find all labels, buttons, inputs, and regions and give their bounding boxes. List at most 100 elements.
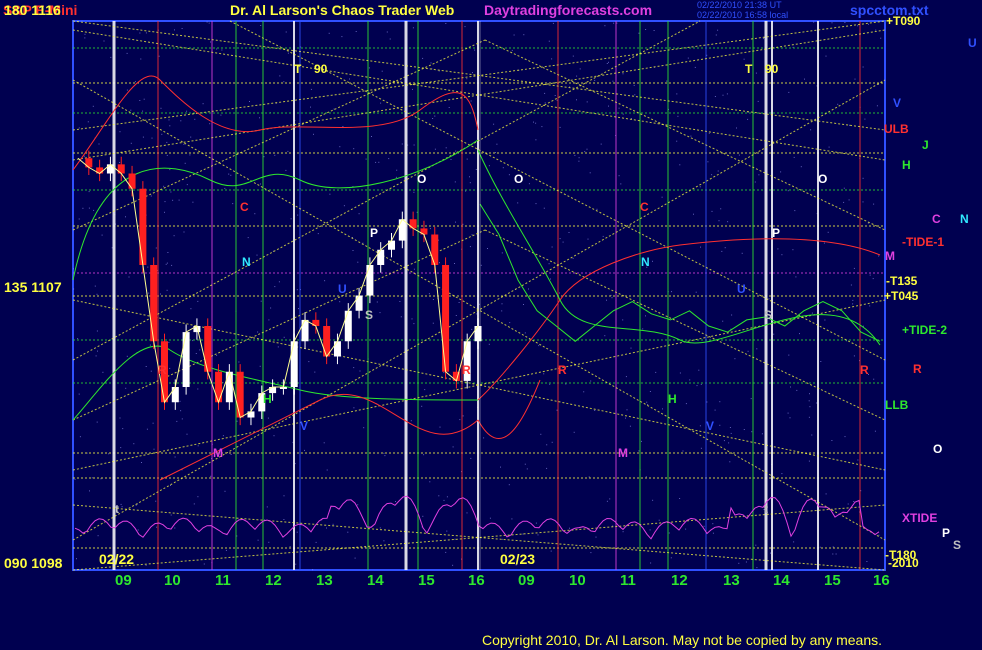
background-dot	[658, 519, 660, 521]
background-dot	[556, 409, 558, 411]
price-candle	[106, 164, 114, 174]
background-dot	[349, 78, 350, 80]
background-dot	[98, 143, 100, 145]
background-dot	[153, 448, 155, 450]
background-dot	[179, 400, 181, 402]
background-dot	[700, 246, 701, 248]
background-dot	[474, 49, 476, 51]
background-dot	[757, 100, 759, 102]
background-dot	[365, 158, 367, 160]
background-dot	[633, 84, 635, 86]
background-dot	[283, 81, 285, 83]
background-dot	[195, 353, 197, 354]
right-label: -2010	[888, 556, 919, 570]
background-dot	[589, 172, 591, 174]
background-dot	[466, 78, 468, 80]
background-dot	[151, 137, 153, 139]
background-dot	[800, 166, 802, 168]
background-dot	[142, 136, 144, 138]
background-dot	[671, 291, 672, 293]
background-dot	[432, 299, 434, 300]
background-dot	[283, 519, 285, 520]
background-dot	[339, 146, 341, 148]
background-dot	[501, 538, 503, 540]
hour-label: 16	[873, 572, 890, 589]
background-dot	[562, 241, 564, 243]
background-dot	[708, 132, 710, 134]
background-dot	[685, 528, 687, 530]
background-dot	[875, 29, 877, 31]
background-dot	[528, 183, 530, 185]
background-dot	[809, 406, 811, 408]
price-candle	[442, 265, 450, 372]
background-dot	[296, 289, 298, 291]
background-dot	[747, 350, 749, 352]
background-dot	[796, 389, 798, 391]
background-dot	[843, 201, 845, 203]
copyright-notice: Copyright 2010, Dr. Al Larson. May not b…	[482, 632, 883, 648]
background-dot	[208, 22, 210, 24]
background-dot	[287, 52, 289, 54]
background-dot	[579, 68, 581, 70]
background-dot	[357, 504, 359, 506]
background-dot	[699, 186, 701, 188]
price-candle	[150, 265, 158, 342]
background-dot	[551, 441, 553, 443]
background-dot	[355, 31, 357, 32]
background-dot	[455, 150, 457, 152]
hour-label: 09	[115, 572, 132, 589]
background-dot	[604, 335, 606, 337]
background-dot	[155, 500, 157, 502]
background-dot	[165, 263, 167, 265]
background-dot	[780, 171, 782, 173]
hour-label: 15	[418, 572, 435, 589]
background-dot	[551, 58, 553, 60]
background-dot	[638, 32, 640, 34]
background-dot	[145, 366, 147, 367]
background-dot	[869, 274, 871, 276]
background-dot	[73, 288, 75, 290]
background-dot	[247, 237, 249, 239]
chart-label: O	[514, 172, 524, 186]
background-dot	[353, 148, 355, 150]
background-dot	[332, 523, 334, 525]
background-dot	[682, 450, 684, 452]
background-dot	[203, 563, 205, 565]
background-dot	[160, 293, 161, 295]
background-dot	[445, 147, 447, 149]
right-label: U	[968, 36, 977, 50]
background-dot	[811, 312, 813, 314]
background-dot	[143, 98, 145, 100]
background-dot	[711, 210, 713, 212]
background-dot	[823, 242, 825, 244]
background-dot	[335, 217, 337, 219]
background-dot	[828, 146, 830, 148]
background-dot	[287, 150, 289, 152]
background-dot	[156, 526, 158, 528]
background-dot	[813, 21, 815, 23]
background-dot	[548, 263, 550, 265]
background-dot	[78, 127, 80, 129]
background-dot	[73, 268, 74, 270]
background-dot	[438, 495, 440, 497]
background-dot	[466, 158, 468, 160]
background-dot	[799, 333, 800, 335]
background-dot	[747, 118, 749, 120]
background-dot	[341, 36, 343, 38]
background-dot	[465, 190, 467, 192]
background-dot	[847, 503, 849, 505]
hour-label: 12	[265, 572, 282, 589]
background-dot	[443, 372, 445, 374]
background-dot	[652, 499, 654, 501]
background-dot	[584, 151, 586, 153]
background-dot	[850, 284, 852, 286]
hour-label: 14	[367, 572, 384, 589]
background-dot	[324, 280, 326, 282]
background-dot	[103, 40, 105, 42]
background-dot	[283, 495, 285, 497]
chart-label: C	[240, 200, 249, 214]
background-dot	[734, 358, 736, 360]
site-link[interactable]: Daytradingforecasts.com	[484, 2, 652, 18]
hour-label: 11	[620, 572, 636, 589]
background-dot	[810, 129, 812, 131]
